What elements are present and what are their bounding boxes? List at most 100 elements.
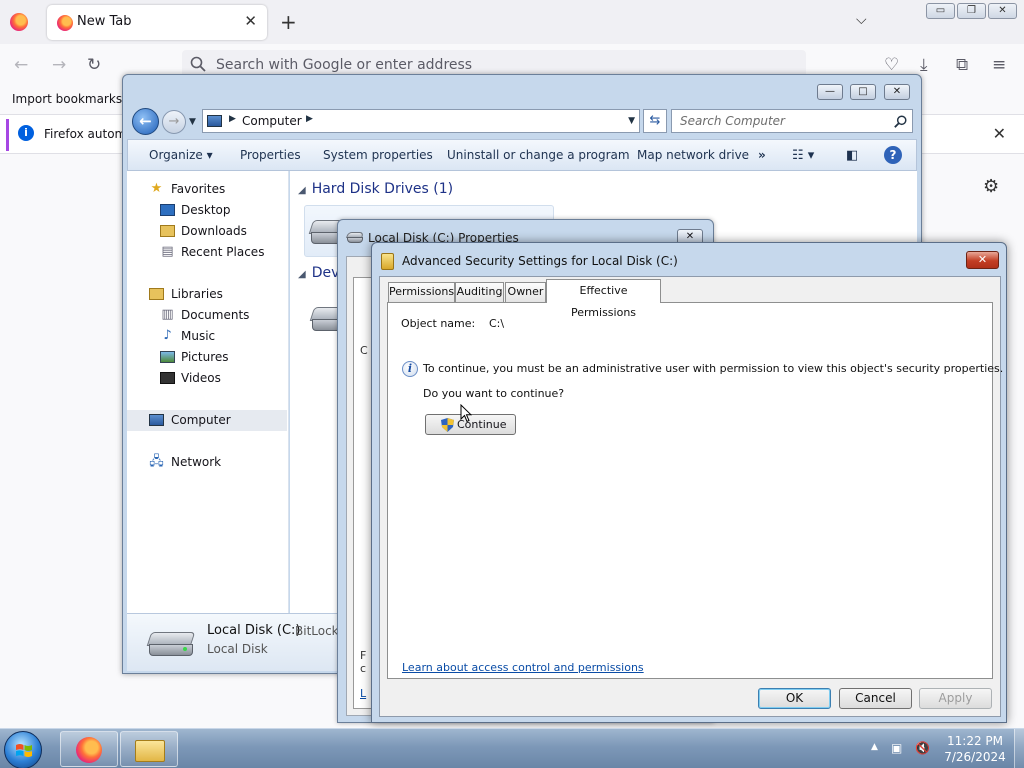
nav-pictures[interactable]: Pictures [127,347,287,368]
properties-fragment-link[interactable]: L [360,687,366,700]
pictures-icon [160,351,175,363]
new-tab-button[interactable]: + [280,10,297,34]
mouse-cursor-icon [460,404,472,423]
organize-menu[interactable]: Organize ▾ [149,148,213,162]
tab-effective-permissions[interactable]: Effective Permissions [546,279,661,319]
explorer-close-button[interactable]: ✕ [884,84,910,100]
nav-network[interactable]: 🖧 Network [127,452,287,473]
network-icon: 🖧 [149,454,164,469]
taskbar-explorer-button[interactable] [120,731,178,767]
firefox-restore-button[interactable]: ❐ [957,3,986,19]
dialog-body: Permissions Auditing Owner Effective Per… [379,276,1004,717]
import-bookmarks-link[interactable]: Import bookmarks… [12,92,134,106]
nav-videos[interactable]: Videos [127,368,287,389]
start-button[interactable] [4,731,42,768]
dialog-close-button[interactable]: ✕ [966,251,999,269]
windows-logo-icon [16,744,32,757]
apply-button[interactable]: Apply [919,688,992,709]
back-button[interactable]: ← [132,108,159,135]
properties-fragment: F [360,649,367,662]
show-desktop-button[interactable] [1014,729,1024,768]
system-properties-button[interactable]: System properties [323,148,433,162]
taskbar-firefox-button[interactable] [60,731,118,767]
star-icon: ★ [150,181,163,196]
recent-pages-chevron-icon[interactable]: ▼ [189,117,196,127]
uninstall-program-button[interactable]: Uninstall or change a program [447,148,630,162]
tab-title: New Tab [77,14,132,29]
uac-shield-icon [441,418,454,432]
nav-libraries[interactable]: Libraries [127,284,287,305]
properties-button[interactable]: Properties [240,148,301,162]
address-computer[interactable]: Computer [242,114,302,128]
search-placeholder: Search Computer [680,114,785,128]
show-hidden-icons-icon[interactable]: ▲ [871,742,878,752]
details-drive-name: Local Disk (C:) [207,623,301,638]
folder-icon [381,253,394,270]
object-name-value: C:\ [489,317,505,330]
desktop-icon [160,204,175,216]
more-commands-icon[interactable]: » [758,148,766,162]
learn-access-control-link[interactable]: Learn about access control and permissio… [402,661,644,674]
firefox-logo-icon [76,737,102,763]
reload-icon[interactable]: ↻ [87,55,101,75]
tab-new-tab[interactable]: New Tab ✕ [47,5,267,40]
computer-icon [149,414,164,426]
firefox-close-button[interactable]: ✕ [988,3,1017,19]
group-header-devices[interactable]: ◢ Dev [298,265,339,281]
nav-music[interactable]: ♪ Music [127,326,287,347]
refresh-button[interactable]: ⇆ [643,109,667,133]
music-icon: ♪ [163,328,172,343]
cancel-button[interactable]: Cancel [839,688,912,709]
volume-muted-icon[interactable]: 🔇 [915,741,931,755]
firefox-minimize-button[interactable]: ▭ [926,3,955,19]
explorer-minimize-button[interactable]: — [817,84,843,100]
details-drive-type: Local Disk [207,642,268,656]
nav-recent-places[interactable]: ▤ Recent Places [127,242,287,263]
tab-list-chevron-icon[interactable]: ⌵ [856,12,867,28]
tab-close-icon[interactable]: ✕ [244,12,257,30]
explorer-title-bar[interactable]: — □ ✕ [123,75,921,105]
notification-accent [6,119,9,151]
gear-icon[interactable]: ⚙ [983,176,999,197]
back-arrow-icon[interactable]: ← [14,55,28,75]
change-view-icon[interactable]: ☷ ▾ [792,148,814,163]
admin-required-message: To continue, you must be an administrati… [423,362,1004,375]
properties-fragment: c [360,662,367,675]
network-tray-icon[interactable]: ▣ [891,741,907,755]
explorer-maximize-button[interactable]: □ [850,84,876,100]
address-row: ← → ▼ ▶ Computer ▶ ▼ ⇆ Search Computer [123,105,921,139]
tab-permissions[interactable]: Permissions [388,282,455,302]
pocket-icon[interactable]: ♡ [884,55,899,75]
download-icon[interactable]: ⤓ [920,55,928,75]
nav-favorites[interactable]: ★ Favorites [127,179,287,200]
hard-disk-icon [346,232,364,243]
map-network-drive-button[interactable]: Map network drive [637,148,749,162]
system-clock[interactable]: 11:22 PM 7/26/2024 [940,733,1010,765]
menu-icon[interactable]: ≡ [992,55,1006,75]
address-bar[interactable]: ▶ Computer ▶ ▼ [202,109,640,133]
search-input[interactable]: Search Computer [671,109,913,133]
nav-desktop[interactable]: Desktop [127,200,287,221]
clock-date: 7/26/2024 [944,750,1006,764]
search-icon [894,115,907,128]
info-icon: i [402,361,418,377]
nav-documents[interactable]: ▥ Documents [127,305,287,326]
help-button[interactable]: ? [884,146,902,164]
tab-auditing[interactable]: Auditing [455,282,504,302]
nav-computer[interactable]: Computer [127,410,287,431]
nav-downloads[interactable]: Downloads [127,221,287,242]
forward-arrow-icon[interactable]: → [52,55,66,75]
extensions-icon[interactable]: ⧉ [956,55,968,75]
breadcrumb-arrow-icon[interactable]: ▶ [306,114,313,124]
breadcrumb-arrow-icon[interactable]: ▶ [229,114,236,124]
tab-owner[interactable]: Owner [505,282,546,302]
forward-button[interactable]: → [162,110,186,134]
preview-pane-icon[interactable]: ◧ [846,148,858,163]
address-dropdown-icon[interactable]: ▼ [628,116,635,126]
group-header-hard-disk-drives[interactable]: ◢ Hard Disk Drives (1) [298,181,453,197]
ok-button[interactable]: OK [758,688,831,709]
libraries-icon [149,288,164,300]
firefox-favicon-icon [57,15,73,31]
search-icon [190,56,206,72]
notification-close-icon[interactable]: ✕ [993,124,1006,143]
